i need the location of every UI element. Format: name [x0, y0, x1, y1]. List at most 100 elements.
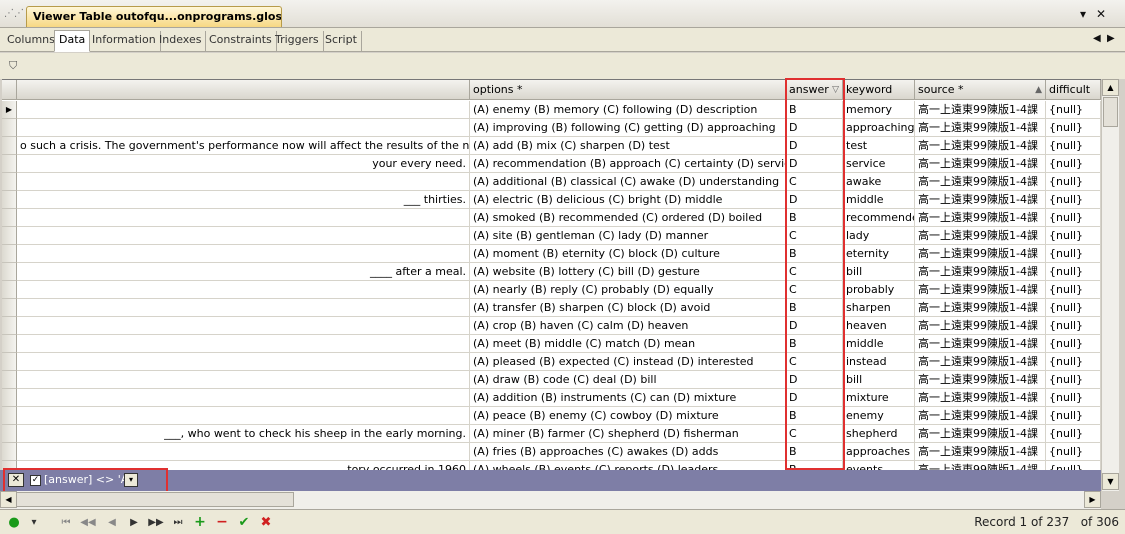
row-indicator[interactable]: ▶ [2, 101, 17, 119]
keyword-cell[interactable]: eternity [843, 245, 915, 263]
question-cell[interactable] [17, 227, 470, 245]
previous-record-icon[interactable]: ◀ [102, 514, 122, 531]
document-tab[interactable]: Viewer Table outofqu...onprograms.glossa… [26, 6, 282, 27]
next-record-icon[interactable]: ▶ [124, 514, 144, 531]
data-grid[interactable]: options * answer ▽ keyword source * ▲ di… [2, 79, 1101, 470]
answer-cell[interactable]: C [786, 227, 843, 245]
keyword-cell[interactable]: heaven [843, 317, 915, 335]
table-row[interactable]: (A) crop (B) haven (C) calm (D) heaven Dh… [2, 317, 1101, 335]
keyword-cell[interactable]: mixture [843, 389, 915, 407]
difficult-cell[interactable]: {null} [1046, 101, 1101, 119]
row-indicator[interactable] [2, 263, 17, 281]
column-header-question[interactable] [17, 80, 470, 100]
keyword-cell[interactable]: test [843, 137, 915, 155]
row-indicator[interactable] [2, 281, 17, 299]
keyword-cell[interactable]: bill [843, 263, 915, 281]
scroll-right-icon[interactable]: ▶ [1084, 491, 1101, 508]
options-cell[interactable]: (A) peace (B) enemy (C) cowboy (D) mixtu… [470, 407, 786, 425]
insert-record-icon[interactable]: + [190, 514, 210, 531]
keyword-cell[interactable]: lady [843, 227, 915, 245]
question-cell[interactable] [17, 389, 470, 407]
table-row[interactable]: (A) additional (B) classical (C) awake (… [2, 173, 1101, 191]
keyword-cell[interactable]: service [843, 155, 915, 173]
source-cell[interactable]: 高一上遠東99陳版1-4課 [915, 173, 1046, 191]
row-indicator[interactable] [2, 173, 17, 191]
keyword-cell[interactable]: enemy [843, 407, 915, 425]
source-cell[interactable]: 高一上遠東99陳版1-4課 [915, 119, 1046, 137]
options-cell[interactable]: (A) recommendation (B) approach (C) cert… [470, 155, 786, 173]
answer-cell[interactable]: C [786, 353, 843, 371]
keyword-cell[interactable]: sharpen [843, 299, 915, 317]
answer-cell[interactable]: D [786, 119, 843, 137]
question-cell[interactable] [17, 101, 470, 119]
scroll-up-icon[interactable]: ▲ [1102, 79, 1119, 96]
source-cell[interactable]: 高一上遠東99陳版1-4課 [915, 245, 1046, 263]
question-cell[interactable] [17, 173, 470, 191]
tab-script[interactable]: Script [321, 31, 362, 51]
column-filter-icon[interactable]: ▽ [832, 80, 839, 99]
difficult-cell[interactable]: {null} [1046, 443, 1101, 461]
keyword-cell[interactable]: middle [843, 335, 915, 353]
difficult-cell[interactable]: {null} [1046, 245, 1101, 263]
first-record-icon[interactable]: ⏮ [56, 514, 76, 531]
question-cell[interactable] [17, 299, 470, 317]
source-cell[interactable]: 高一上遠東99陳版1-4課 [915, 209, 1046, 227]
options-cell[interactable]: (A) moment (B) eternity (C) block (D) cu… [470, 245, 786, 263]
answer-cell[interactable]: D [786, 389, 843, 407]
options-cell[interactable]: (A) website (B) lottery (C) bill (D) ges… [470, 263, 786, 281]
keyword-cell[interactable]: events [843, 461, 915, 470]
difficult-cell[interactable]: {null} [1046, 281, 1101, 299]
row-indicator[interactable] [2, 317, 17, 335]
keyword-cell[interactable]: probably [843, 281, 915, 299]
options-cell[interactable]: (A) additional (B) classical (C) awake (… [470, 173, 786, 191]
question-cell[interactable] [17, 317, 470, 335]
options-cell[interactable]: (A) transfer (B) sharpen (C) block (D) a… [470, 299, 786, 317]
answer-cell[interactable]: B [786, 299, 843, 317]
difficult-cell[interactable]: {null} [1046, 371, 1101, 389]
difficult-cell[interactable]: {null} [1046, 119, 1101, 137]
tab-data[interactable]: Data [54, 30, 91, 52]
row-indicator[interactable] [2, 335, 17, 353]
table-row[interactable]: o such a crisis. The government's perfor… [2, 137, 1101, 155]
answer-cell[interactable]: C [786, 263, 843, 281]
table-row[interactable]: (A) transfer (B) sharpen (C) block (D) a… [2, 299, 1101, 317]
question-cell[interactable]: ___, who went to check his sheep in the … [17, 425, 470, 443]
column-header-answer[interactable]: answer ▽ [786, 80, 843, 100]
difficult-cell[interactable]: {null} [1046, 209, 1101, 227]
difficult-cell[interactable]: {null} [1046, 317, 1101, 335]
question-cell[interactable] [17, 281, 470, 299]
options-cell[interactable]: (A) smoked (B) recommended (C) ordered (… [470, 209, 786, 227]
table-row[interactable]: (A) peace (B) enemy (C) cowboy (D) mixtu… [2, 407, 1101, 425]
table-row[interactable]: ▶ (A) enemy (B) memory (C) following (D) … [2, 101, 1101, 119]
options-cell[interactable]: (A) crop (B) haven (C) calm (D) heaven [470, 317, 786, 335]
answer-cell[interactable]: C [786, 281, 843, 299]
options-cell[interactable]: (A) pleased (B) expected (C) instead (D)… [470, 353, 786, 371]
source-cell[interactable]: 高一上遠東99陳版1-4課 [915, 461, 1046, 470]
question-cell[interactable] [17, 371, 470, 389]
question-cell[interactable] [17, 245, 470, 263]
vertical-scroll-thumb[interactable] [1103, 97, 1118, 127]
refresh-menu-icon[interactable]: ▾ [24, 514, 44, 531]
question-cell[interactable] [17, 407, 470, 425]
difficult-cell[interactable]: {null} [1046, 191, 1101, 209]
dropdown-icon[interactable]: ▾ [1080, 7, 1086, 21]
tab-indexes[interactable]: Indexes [155, 31, 207, 51]
keyword-cell[interactable]: awake [843, 173, 915, 191]
row-indicator[interactable] [2, 425, 17, 443]
column-header-options[interactable]: options * [470, 80, 786, 100]
answer-cell[interactable]: D [786, 191, 843, 209]
vertical-scrollbar[interactable]: ▲ ▼ [1101, 79, 1119, 491]
difficult-cell[interactable]: {null} [1046, 263, 1101, 281]
options-cell[interactable]: (A) site (B) gentleman (C) lady (D) mann… [470, 227, 786, 245]
answer-cell[interactable]: D [786, 137, 843, 155]
difficult-cell[interactable]: {null} [1046, 389, 1101, 407]
answer-cell[interactable]: B [786, 245, 843, 263]
source-cell[interactable]: 高一上遠東99陳版1-4課 [915, 443, 1046, 461]
difficult-cell[interactable]: {null} [1046, 173, 1101, 191]
options-cell[interactable]: (A) miner (B) farmer (C) shepherd (D) fi… [470, 425, 786, 443]
row-indicator[interactable] [2, 155, 17, 173]
source-cell[interactable]: 高一上遠東99陳版1-4課 [915, 371, 1046, 389]
keyword-cell[interactable]: instead [843, 353, 915, 371]
keyword-cell[interactable]: approaches [843, 443, 915, 461]
source-cell[interactable]: 高一上遠東99陳版1-4課 [915, 263, 1046, 281]
